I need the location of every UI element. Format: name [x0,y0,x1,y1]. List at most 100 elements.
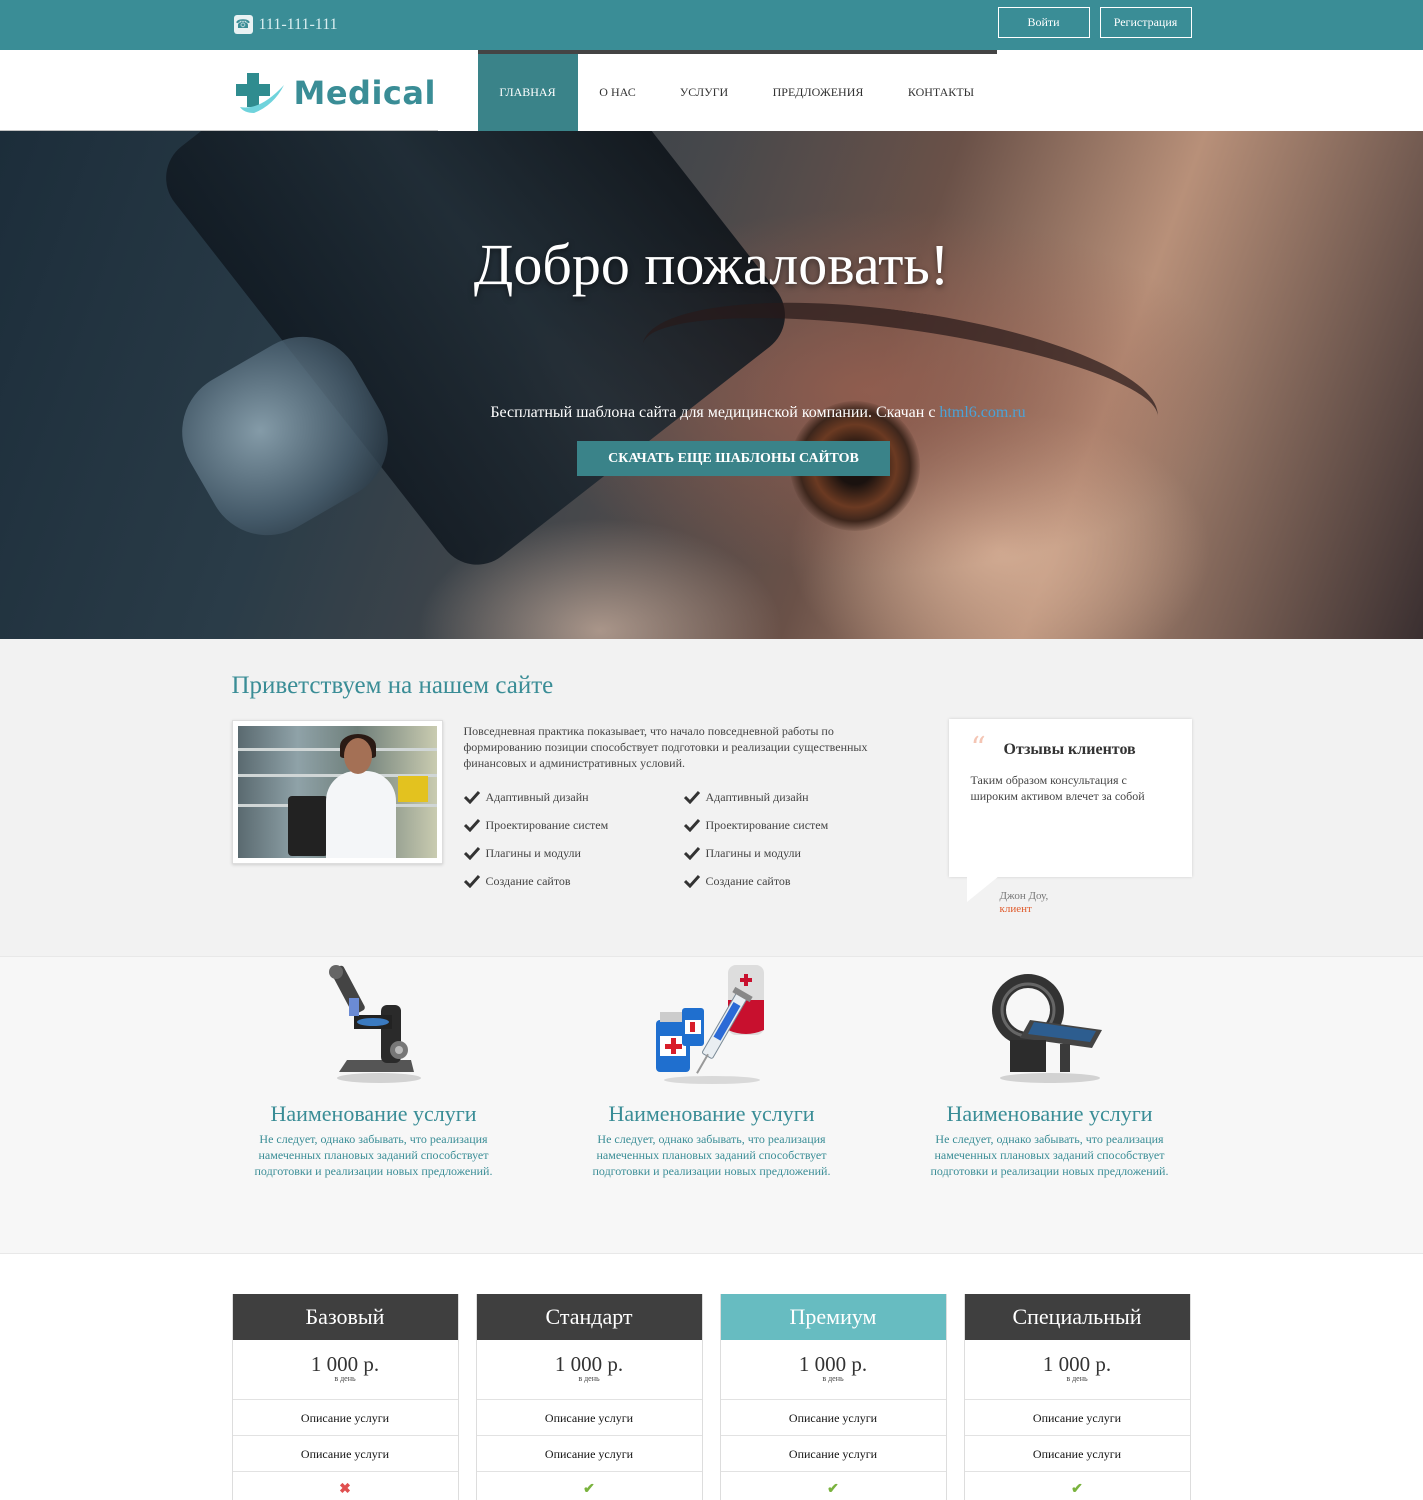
logo[interactable]: Medical [234,71,436,115]
phone-number: 111-111-111 [258,15,338,33]
service-text: Не следует, однако забывать, что реализа… [254,1132,493,1178]
plan-price: 1 000 р. в день [964,1340,1190,1400]
service-title: Наименование услуги [608,1101,815,1126]
register-button[interactable]: Регистрация [1099,7,1192,38]
plan-name: Премиум [720,1294,946,1340]
main-nav: ГЛАВНАЯ О НАС УСЛУГИ ПРЕДЛОЖЕНИЯ КОНТАКТ… [477,50,997,131]
checkmark-icon [683,846,700,860]
plan-price: 1 000 р. в день [476,1340,702,1400]
auth-buttons: Войти Регистрация [997,7,1192,38]
plan-name: Специальный [964,1294,1190,1340]
plan-period: в день [1066,1374,1088,1383]
doctor-photo [231,720,443,864]
welcome-section: Приветствуем на нашем сайте Повседневная… [0,639,1423,956]
nav-offers[interactable]: ПРЕДЛОЖЕНИЯ [751,54,886,131]
cross-icon: ✖ [339,1482,351,1497]
plan-name: Стандарт [476,1294,702,1340]
plan-premium: Премиум 1 000 р. в день Описание услуги … [719,1294,947,1500]
phone-icon: ☎ [233,15,253,34]
feature-item: Проектирование систем [683,817,904,833]
feature-item: Адаптивный дизайн [683,789,904,805]
plan-amount: 1 000 р. [310,1352,380,1376]
hero-subtitle: Бесплатный шаблона сайта для медицинской… [0,404,1423,422]
phone-contact: ☎ 111-111-111 [233,15,338,34]
login-button[interactable]: Войти [997,7,1090,38]
service-title: Наименование услуги [270,1101,477,1126]
feature-item: Адаптивный дизайн [463,789,684,805]
plan-feature-status: ✔ [965,1472,1190,1500]
review-author-name: Джон Доу, [999,890,1049,902]
plan-special: Специальный 1 000 р. в день Описание усл… [963,1294,1191,1500]
check-icon: ✔ [583,1482,595,1497]
feature-label: Проектирование систем [485,817,609,832]
nav-home[interactable]: ГЛАВНАЯ [477,54,578,131]
quote-icon: “ [970,731,986,766]
review-author: Джон Доу, клиент [1000,890,1049,916]
nav-contacts[interactable]: КОНТАКТЫ [886,54,997,131]
welcome-title: Приветствуем на нашем сайте [231,672,554,699]
top-bar: ☎ 111-111-111 Войти Регистрация [0,0,1423,50]
service-card: Наименование услуги Не следует, однако з… [244,957,504,1179]
plan-feature: Описание услуги [232,1400,458,1436]
hero-subtitle-link[interactable]: html6.com.ru [939,404,1025,421]
plan-period: в день [822,1374,844,1383]
plan-feature: Описание услуги [720,1400,946,1436]
logo-text: Medical [293,74,436,112]
feature-item: Создание сайтов [463,873,684,889]
feature-label: Плагины и модули [705,845,801,860]
nav-about[interactable]: О НАС [578,54,658,131]
service-text: Не следует, однако забывать, что реализа… [930,1132,1169,1178]
plan-period: в день [334,1374,356,1383]
medical-cross-logo-icon [235,73,284,113]
download-templates-button[interactable]: СКАЧАТЬ ЕЩЕ ШАБЛОНЫ САЙТОВ [577,441,890,476]
plan-feature-status: ✖ [233,1472,458,1500]
checkmark-icon [463,818,480,832]
checkmark-icon [463,846,480,860]
review-speech-tail [966,876,999,902]
nav-services[interactable]: УСЛУГИ [658,54,751,131]
service-card: Наименование услуги Не следует, однако з… [582,957,842,1179]
plan-price: 1 000 р. в день [232,1340,458,1400]
feature-label: Создание сайтов [485,873,571,888]
welcome-intro: Повседневная практика показывает, что на… [463,724,868,770]
feature-label: Создание сайтов [705,873,791,888]
check-icon: ✔ [827,1482,839,1497]
ct-scanner-icon [991,974,1102,1083]
service-text: Не следует, однако забывать, что реализа… [592,1132,831,1178]
plan-amount: 1 000 р. [798,1352,868,1376]
feature-label: Адаптивный дизайн [485,789,589,804]
plan-period: в день [578,1374,600,1383]
plan-feature: Описание услуги [720,1436,946,1472]
pricing-section: Базовый 1 000 р. в день Описание услуги … [0,1254,1423,1500]
checkmark-icon [683,790,700,804]
hero-subtitle-text: Бесплатный шаблона сайта для медицинской… [490,404,940,421]
checkmark-icon [683,818,700,832]
checkmark-icon [463,790,480,804]
feature-item: Плагины и модули [463,845,684,861]
hero-title: Добро пожаловать! [473,232,950,297]
plan-price: 1 000 р. в день [720,1340,946,1400]
plan-amount: 1 000 р. [554,1352,624,1376]
review-text: Таким образом консультация с широким акт… [970,773,1145,803]
feature-item: Проектирование систем [463,817,684,833]
feature-list: Адаптивный дизайн Адаптивный дизайн Прое… [463,789,904,889]
check-icon: ✔ [1071,1482,1083,1497]
checkmark-icon [463,874,480,888]
plan-basic: Базовый 1 000 р. в день Описание услуги … [231,1294,459,1500]
review-title: Отзывы клиентов [1003,741,1136,758]
feature-label: Проектирование систем [705,817,829,832]
plan-standard: Стандарт 1 000 р. в день Описание услуги… [475,1294,703,1500]
feature-item: Создание сайтов [683,873,904,889]
plan-feature-status: ✔ [477,1472,702,1500]
service-card: Наименование услуги Не следует, однако з… [920,957,1180,1179]
service-title: Наименование услуги [946,1101,1153,1126]
syringe-medicine-icon [655,965,764,1084]
hero-banner: Добро пожаловать! Бесплатный шаблона сай… [0,131,1423,639]
plan-feature: Описание услуги [964,1400,1190,1436]
plan-feature: Описание услуги [964,1436,1190,1472]
microscope-icon [328,965,421,1083]
services-section: Наименование услуги Не следует, однако з… [0,956,1423,1254]
plan-feature: Описание услуги [232,1436,458,1472]
plan-feature: Описание услуги [476,1400,702,1436]
checkmark-icon [683,874,700,888]
